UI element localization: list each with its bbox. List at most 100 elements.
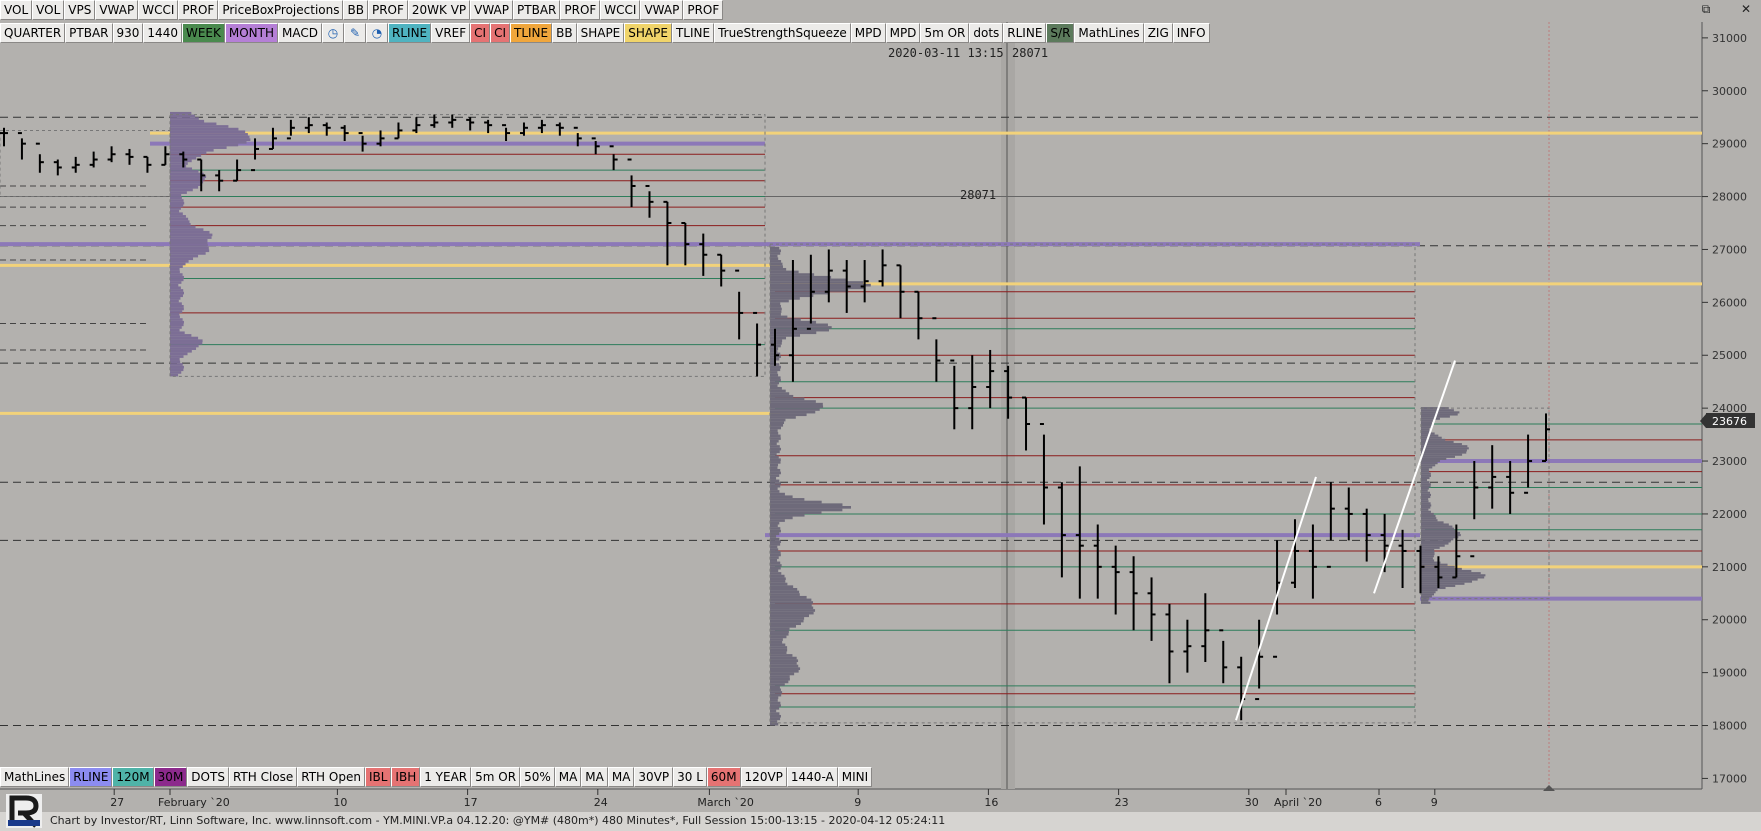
top-button-wcci[interactable]: WCCI <box>138 0 179 20</box>
top-button-priceboxprojections[interactable]: PriceBoxProjections <box>218 0 344 20</box>
top-button-vps[interactable]: VPS <box>64 0 96 20</box>
volume-profile-mid <box>770 289 849 292</box>
study-button-week[interactable]: WEEK <box>181 23 225 43</box>
price-tick-label: 23000 <box>1712 455 1747 468</box>
volume-profile-right <box>1421 481 1430 484</box>
study-button-month[interactable]: MONTH <box>224 23 279 43</box>
study-button-bb[interactable]: BB <box>552 23 577 43</box>
study-button-tline[interactable]: TLINE <box>510 23 553 43</box>
study-button-zig[interactable]: ZIG <box>1143 23 1173 43</box>
bottom-button-1-year[interactable]: 1 YEAR <box>420 767 472 787</box>
volume-profile-mid <box>770 625 796 628</box>
volume-profile-right <box>1421 550 1435 554</box>
clock-icon[interactable]: ◷ <box>322 23 344 43</box>
top-button-bb[interactable]: BB <box>343 0 368 20</box>
volume-profile-left <box>170 183 202 186</box>
study-button-mpd[interactable]: MPD <box>885 23 921 43</box>
volume-profile-mid <box>770 304 781 308</box>
volume-profile-left <box>170 334 192 337</box>
bottom-button-ma[interactable]: MA <box>581 767 608 787</box>
study-button-vref[interactable]: VREF <box>431 23 471 43</box>
volume-profile-mid <box>770 286 866 290</box>
study-button-ptbar[interactable]: PTBAR <box>65 23 113 43</box>
study-button-quarter[interactable]: QUARTER <box>0 23 66 43</box>
volume-profile-left <box>170 148 214 152</box>
volume-profile-right <box>1421 462 1438 465</box>
bottom-button-ma[interactable]: MA <box>607 767 635 787</box>
volume-profile-mid <box>770 368 781 372</box>
study-button-1440[interactable]: 1440 <box>143 23 182 43</box>
top-button-prof[interactable]: PROF <box>560 0 601 20</box>
volume-profile-right <box>1421 586 1446 590</box>
price-chart[interactable]: 3100030000290002800027000260002500024000… <box>0 0 1761 812</box>
volume-profile-mid <box>770 683 785 686</box>
cursor-icon[interactable]: ◔ <box>366 23 388 43</box>
study-button-ci[interactable]: CI <box>490 23 510 43</box>
bottom-button-5m-or[interactable]: 5m OR <box>471 767 521 787</box>
volume-profile-mid <box>770 453 777 456</box>
bottom-button-ma[interactable]: MA <box>554 767 582 787</box>
top-button-prof[interactable]: PROF <box>178 0 219 20</box>
volume-profile-mid <box>770 535 777 538</box>
study-button-shape[interactable]: SHAPE <box>624 23 672 43</box>
top-button-ptbar[interactable]: PTBAR <box>513 0 561 20</box>
volume-profile-mid <box>770 445 780 448</box>
study-button-s-r[interactable]: S/R <box>1046 23 1075 43</box>
bottom-button-mini[interactable]: MINI <box>837 767 873 787</box>
top-button-vwap[interactable]: VWAP <box>470 0 514 20</box>
top-button-vwap[interactable]: VWAP <box>95 0 139 20</box>
volume-profile-right <box>1421 419 1433 422</box>
top-button-vol[interactable]: VOL <box>32 0 65 20</box>
study-button-rline[interactable]: RLINE <box>388 23 432 43</box>
study-button-info[interactable]: INFO <box>1172 23 1210 43</box>
top-button-vol[interactable]: VOL <box>0 0 33 20</box>
bottom-button-ibh[interactable]: IBH <box>391 767 421 787</box>
price-tick-label: 28000 <box>1712 191 1747 204</box>
volume-profile-right <box>1421 457 1447 460</box>
volume-profile-mid <box>770 339 783 343</box>
bottom-button-ibl[interactable]: IBL <box>364 767 392 787</box>
bottom-button-30vp[interactable]: 30VP <box>634 767 674 787</box>
bottom-button-30-l[interactable]: 30 L <box>673 767 707 787</box>
time-tick-label: 24 <box>594 796 608 809</box>
volume-profile-right <box>1421 510 1431 513</box>
top-button-prof[interactable]: PROF <box>683 0 724 20</box>
study-button-mpd[interactable]: MPD <box>850 23 886 43</box>
top-button-vwap[interactable]: VWAP <box>640 0 684 20</box>
time-tick-label: 30 <box>1245 796 1259 809</box>
study-button-dots[interactable]: dots <box>969 23 1004 43</box>
study-button-ci[interactable]: CI <box>470 23 491 43</box>
top-button-prof[interactable]: PROF <box>367 0 408 20</box>
study-button-truestrengthsqueeze[interactable]: TrueStrengthSqueeze <box>714 23 851 43</box>
top-button-20wk-vp[interactable]: 20WK VP <box>407 0 471 20</box>
bottom-button-rth-open[interactable]: RTH Open <box>297 767 365 787</box>
study-button-tline[interactable]: TLINE <box>671 23 715 43</box>
volume-profile-mid <box>770 371 778 374</box>
bottom-button-60m[interactable]: 60M <box>706 767 741 787</box>
volume-profile-right <box>1421 426 1431 429</box>
study-button-macd[interactable]: MACD <box>278 23 322 43</box>
price-tick-label: 26000 <box>1712 296 1747 309</box>
study-button-rline[interactable]: RLINE <box>1003 23 1047 43</box>
volume-profile-mid <box>770 476 777 480</box>
volume-profile-mid <box>770 595 807 599</box>
bottom-button-rth-close[interactable]: RTH Close <box>228 767 298 787</box>
bottom-button-mathlines[interactable]: MathLines <box>0 767 70 787</box>
bottom-button-dots[interactable]: DOTS <box>187 767 229 787</box>
bottom-button-rline[interactable]: RLINE <box>69 767 113 787</box>
bottom-button-30m[interactable]: 30M <box>153 767 188 787</box>
volume-profile-right <box>1421 453 1463 456</box>
bottom-button-1440-a[interactable]: 1440-A <box>786 767 838 787</box>
pencil-icon[interactable]: ✎ <box>344 23 366 43</box>
bottom-button-50-[interactable]: 50% <box>520 767 555 787</box>
study-button-shape[interactable]: SHAPE <box>576 23 625 43</box>
top-button-wcci[interactable]: WCCI <box>600 0 641 20</box>
bottom-button-120vp[interactable]: 120VP <box>740 767 787 787</box>
study-button-mathlines[interactable]: MathLines <box>1074 23 1144 43</box>
volume-profile-left <box>170 357 180 361</box>
study-button-5m-or[interactable]: 5m OR <box>920 23 970 43</box>
bottom-button-120m[interactable]: 120M <box>112 767 154 787</box>
volume-profile-mid <box>770 704 781 708</box>
study-button-930[interactable]: 930 <box>112 23 144 43</box>
volume-profile-right <box>1421 504 1432 507</box>
